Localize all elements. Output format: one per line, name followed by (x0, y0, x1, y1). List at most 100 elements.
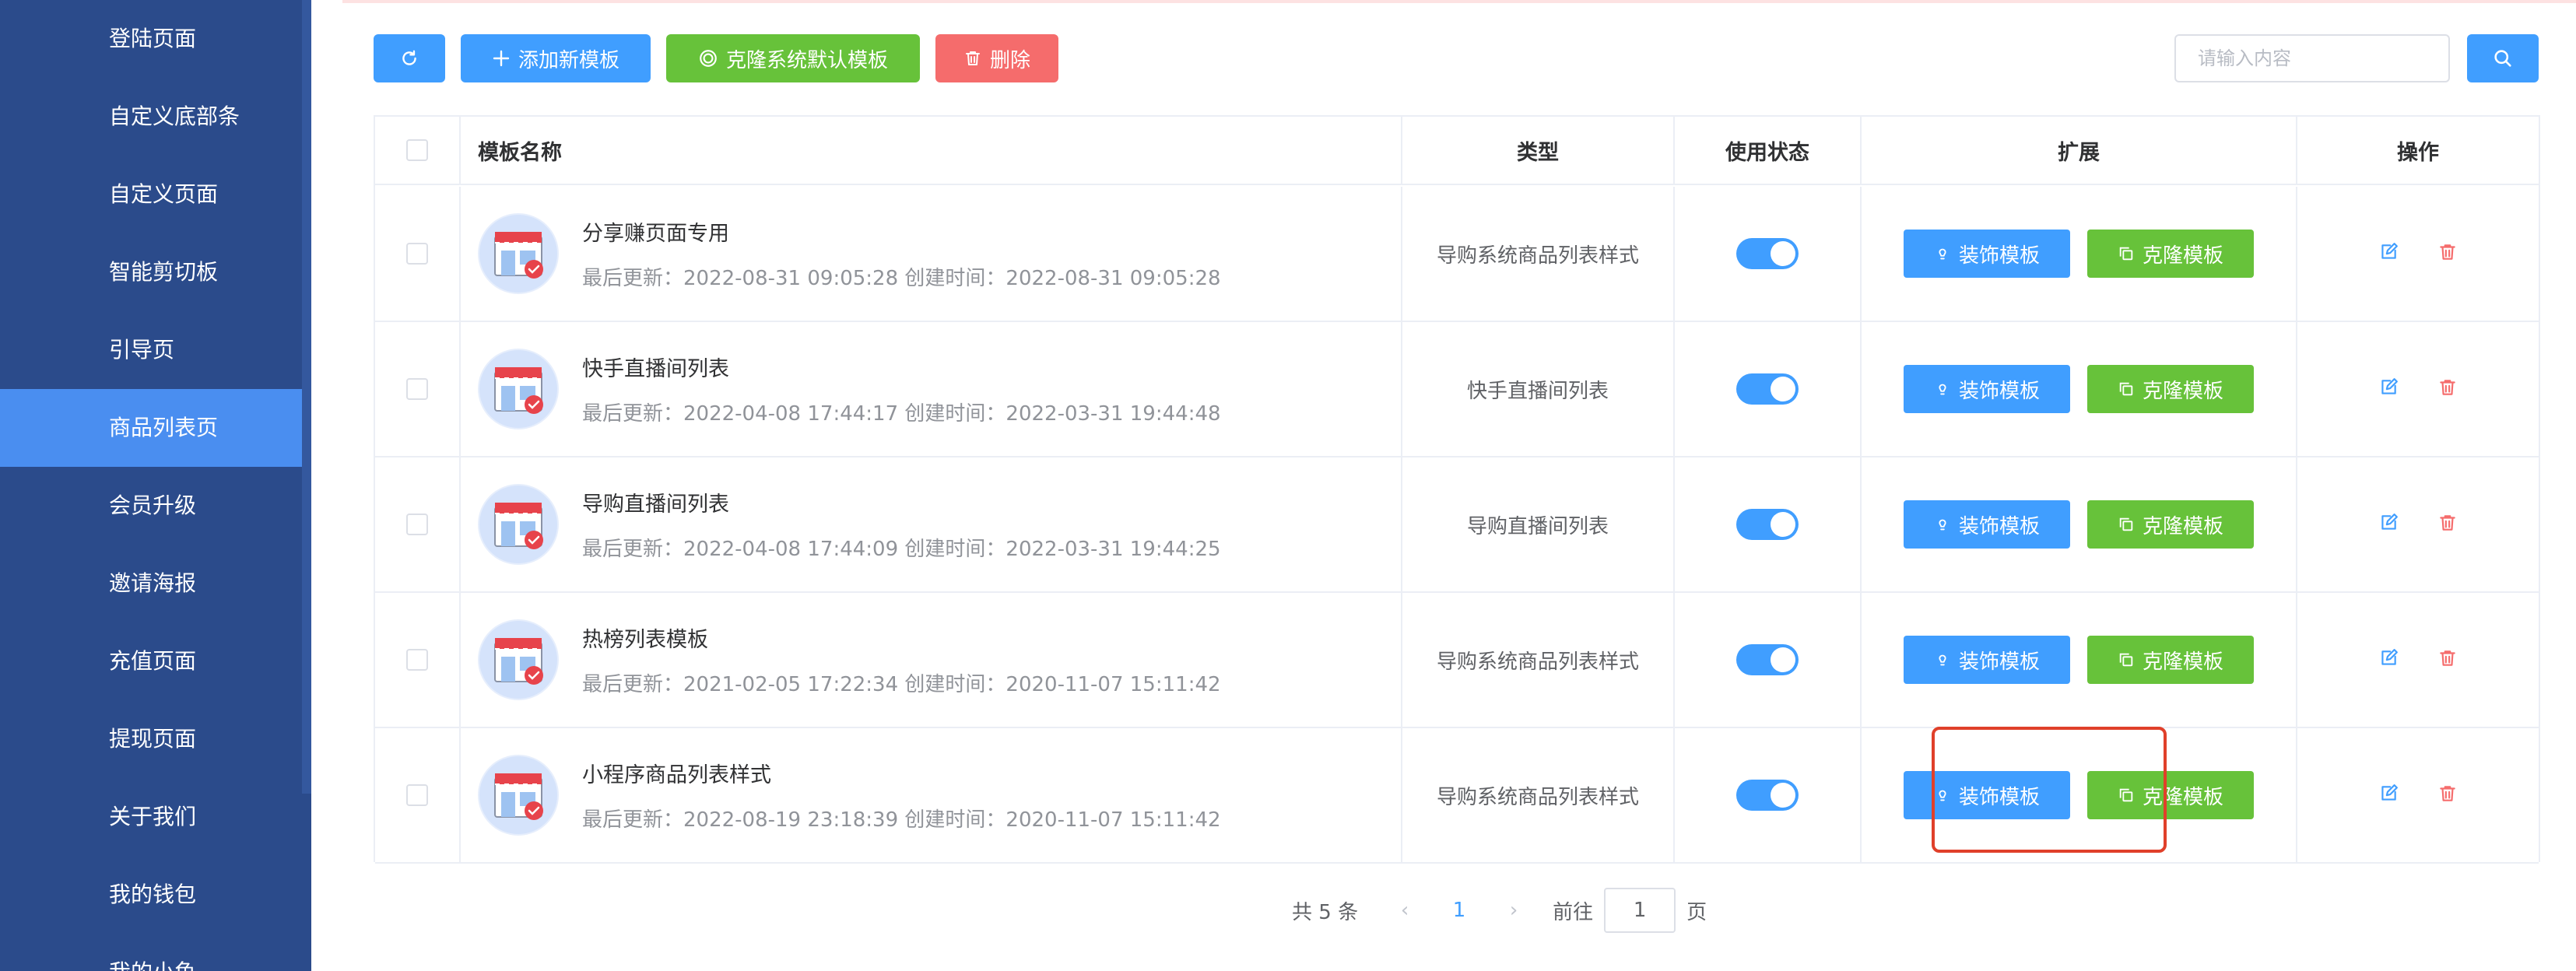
copy-icon (2119, 517, 2133, 531)
template-name: 快手直播间列表 (582, 357, 729, 381)
row-ext-cell: 装饰模板 克隆模板 (1862, 593, 2297, 727)
template-thumbnail (478, 213, 559, 294)
row-checkbox[interactable] (406, 378, 428, 400)
edit-button[interactable] (2378, 242, 2399, 265)
delete-row-button[interactable] (2437, 242, 2458, 265)
header-type-cell: 类型 (1402, 117, 1675, 184)
table-row: 分享赚页面专用 最后更新：2022-08-31 09:05:28 创建时间：202… (375, 187, 2539, 322)
status-toggle[interactable] (1736, 509, 1799, 540)
delete-row-button[interactable] (2437, 783, 2458, 807)
edit-button[interactable] (2378, 783, 2399, 807)
header-status: 使用状态 (1725, 140, 1809, 165)
header-op-cell: 操作 (2297, 117, 2539, 184)
search-icon (2494, 50, 2511, 67)
delete-row-button[interactable] (2437, 513, 2458, 536)
app: 登陆页面 自定义底部条 自定义页面 智能剪切板 引导页 商品列表页 会员升级 邀… (0, 0, 2576, 971)
status-toggle[interactable] (1736, 373, 1799, 405)
sidebar-item-login-page[interactable]: 登陆页面 (0, 0, 311, 78)
sidebar-item-custom-page[interactable]: 自定义页面 (0, 156, 311, 233)
sidebar-item-recharge-page[interactable]: 充值页面 (0, 622, 311, 700)
refresh-icon (402, 50, 416, 65)
decorate-template-button[interactable]: 装饰模板 (1904, 500, 2070, 549)
sidebar-item-partial[interactable]: 我的小鱼 (0, 934, 311, 971)
delete-row-button[interactable] (2437, 377, 2458, 401)
page-number[interactable]: 1 (1444, 899, 1475, 922)
status-toggle[interactable] (1736, 238, 1799, 269)
decorate-template-button[interactable]: 装饰模板 (1904, 636, 2070, 684)
trash-icon (2440, 244, 2455, 260)
clone-template-button[interactable]: 克隆模板 (2087, 365, 2254, 413)
edit-button[interactable] (2378, 513, 2399, 536)
clone-template-button[interactable]: 克隆模板 (2087, 230, 2254, 278)
select-all-checkbox[interactable] (406, 139, 428, 161)
clone-template-button[interactable]: 克隆模板 (2087, 636, 2254, 684)
table-row: 快手直播间列表 最后更新：2022-04-08 17:44:17 创建时间：202… (375, 322, 2539, 457)
clone-template-label: 克隆模板 (2142, 650, 2223, 674)
decorate-template-button[interactable]: 装饰模板 (1904, 230, 2070, 278)
row-checkbox[interactable] (406, 514, 428, 535)
search-button[interactable] (2467, 34, 2539, 82)
template-thumbnail (478, 349, 559, 429)
clone-template-button[interactable]: 克隆模板 (2087, 771, 2254, 819)
edit-icon (2381, 514, 2398, 530)
row-check-cell (375, 322, 461, 456)
sidebar-item-guide-page[interactable]: 引导页 (0, 311, 311, 389)
sidebar-item-custom-tabbar[interactable]: 自定义底部条 (0, 78, 311, 156)
row-type-cell: 导购系统商品列表样式 (1402, 187, 1675, 321)
clone-template-label: 克隆模板 (2142, 244, 2223, 268)
goto-page-input[interactable] (1604, 888, 1676, 933)
sidebar-item-member-upgrade[interactable]: 会员升级 (0, 467, 311, 545)
prev-page-button[interactable]: ‹ (1389, 899, 1420, 922)
row-op-cell (2297, 322, 2539, 456)
sidebar-item-about-us[interactable]: 关于我们 (0, 778, 311, 856)
row-checkbox[interactable] (406, 243, 428, 265)
decorate-template-button[interactable]: 装饰模板 (1904, 365, 2070, 413)
plus-icon (493, 50, 510, 67)
add-template-label: 添加新模板 (518, 48, 619, 72)
status-toggle[interactable] (1736, 780, 1799, 811)
clone-template-button[interactable]: 克隆模板 (2087, 500, 2254, 549)
row-checkbox[interactable] (406, 649, 428, 671)
refresh-button[interactable] (374, 34, 445, 82)
pagination-total: 共 5 条 (1292, 900, 1359, 924)
sidebar-item-product-list[interactable]: 商品列表页 (0, 389, 311, 467)
row-status-cell (1675, 457, 1862, 591)
table-row: 导购直播间列表 最后更新：2022-04-08 17:44:09 创建时间：202… (375, 457, 2539, 593)
row-check-cell (375, 728, 461, 862)
template-type: 导购系统商品列表样式 (1436, 244, 1639, 268)
header-op: 操作 (2397, 140, 2439, 165)
sidebar-item-withdraw-page[interactable]: 提现页面 (0, 700, 311, 778)
trash-icon (2440, 380, 2455, 395)
edit-button[interactable] (2378, 648, 2399, 671)
next-page-button[interactable]: › (1498, 899, 1529, 922)
row-ext-cell: 装饰模板 克隆模板 (1862, 728, 2297, 862)
decorate-template-label: 装饰模板 (1958, 379, 2040, 403)
add-template-button[interactable]: 添加新模板 (461, 34, 651, 82)
lightbulb-icon (1939, 248, 1946, 260)
sidebar-item-smart-clipboard[interactable]: 智能剪切板 (0, 233, 311, 311)
header-ext: 扩展 (2058, 140, 2100, 165)
sidebar-item-invite-poster[interactable]: 邀请海报 (0, 545, 311, 622)
clone-default-template-button[interactable]: 克隆系统默认模板 (666, 34, 920, 82)
goto-prefix: 前往 (1553, 900, 1594, 924)
template-meta: 最后更新：2022-08-19 23:18:39 创建时间：2020-11-07… (582, 808, 1221, 832)
template-thumbnail (478, 619, 559, 700)
delete-row-button[interactable] (2437, 648, 2458, 671)
sidebar-item-my-wallet[interactable]: 我的钱包 (0, 856, 311, 934)
row-status-cell (1675, 187, 1862, 321)
template-type: 快手直播间列表 (1466, 379, 1609, 403)
copy-icon (2119, 653, 2133, 667)
template-thumbnail (478, 755, 559, 836)
copy-icon (2119, 788, 2133, 802)
decorate-template-label: 装饰模板 (1958, 785, 2040, 809)
delete-button[interactable]: 删除 (935, 34, 1058, 82)
sidebar-scrollbar[interactable] (302, 0, 311, 794)
decorate-template-button[interactable]: 装饰模板 (1904, 771, 2070, 819)
template-meta: 最后更新：2021-02-05 17:22:34 创建时间：2020-11-07… (582, 673, 1221, 696)
row-type-cell: 导购系统商品列表样式 (1402, 593, 1675, 727)
edit-button[interactable] (2378, 377, 2399, 401)
row-name-cell: 热榜列表模板 最后更新：2021-02-05 17:22:34 创建时间：2020… (461, 593, 1402, 727)
status-toggle[interactable] (1736, 644, 1799, 675)
row-checkbox[interactable] (406, 784, 428, 806)
search-input[interactable] (2174, 34, 2450, 82)
